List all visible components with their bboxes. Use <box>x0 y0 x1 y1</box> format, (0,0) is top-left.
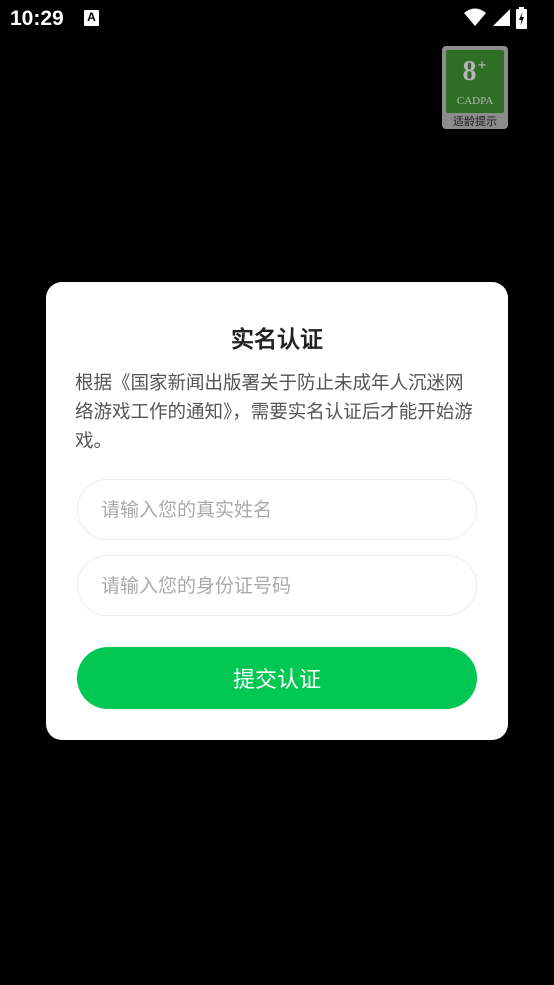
screen: 10:29 A 8+ CADPA 适龄提示 实名认证 根据《国家新闻出版署关于防… <box>0 0 554 985</box>
dialog-title: 实名认证 <box>231 327 323 353</box>
cell-signal-icon <box>493 9 510 26</box>
verification-dialog: 实名认证 根据《国家新闻出版署关于防止未成年人沉迷网络游戏工作的通知》，需要实名… <box>46 282 508 740</box>
status-indicators <box>464 7 544 29</box>
app-notification-icon: A <box>84 10 99 26</box>
age-rating-plus: + <box>477 57 488 74</box>
battery-icon <box>516 7 527 29</box>
age-rating-caption: 适龄提示 <box>453 115 497 128</box>
wifi-icon <box>464 8 486 26</box>
name-field-container <box>77 479 477 540</box>
age-rating-badge-inner: 8+ CADPA <box>446 50 504 113</box>
age-rating-org: CADPA <box>456 95 494 107</box>
dialog-notice: 根据《国家新闻出版署关于防止未成年人沉迷网络游戏工作的通知》，需要实名认证后才能… <box>75 373 473 452</box>
age-rating-number: 8 <box>462 56 478 87</box>
status-time: 10:29 <box>10 7 64 30</box>
id-field-container <box>77 555 477 616</box>
age-rating-badge: 8+ CADPA 适龄提示 <box>442 46 508 129</box>
age-rating: 8+ <box>446 56 504 88</box>
id-number-input[interactable] <box>78 556 476 615</box>
status-bar: 10:29 A <box>0 0 554 36</box>
real-name-input[interactable] <box>78 480 476 539</box>
submit-verification-button[interactable]: 提交认证 <box>77 647 477 709</box>
